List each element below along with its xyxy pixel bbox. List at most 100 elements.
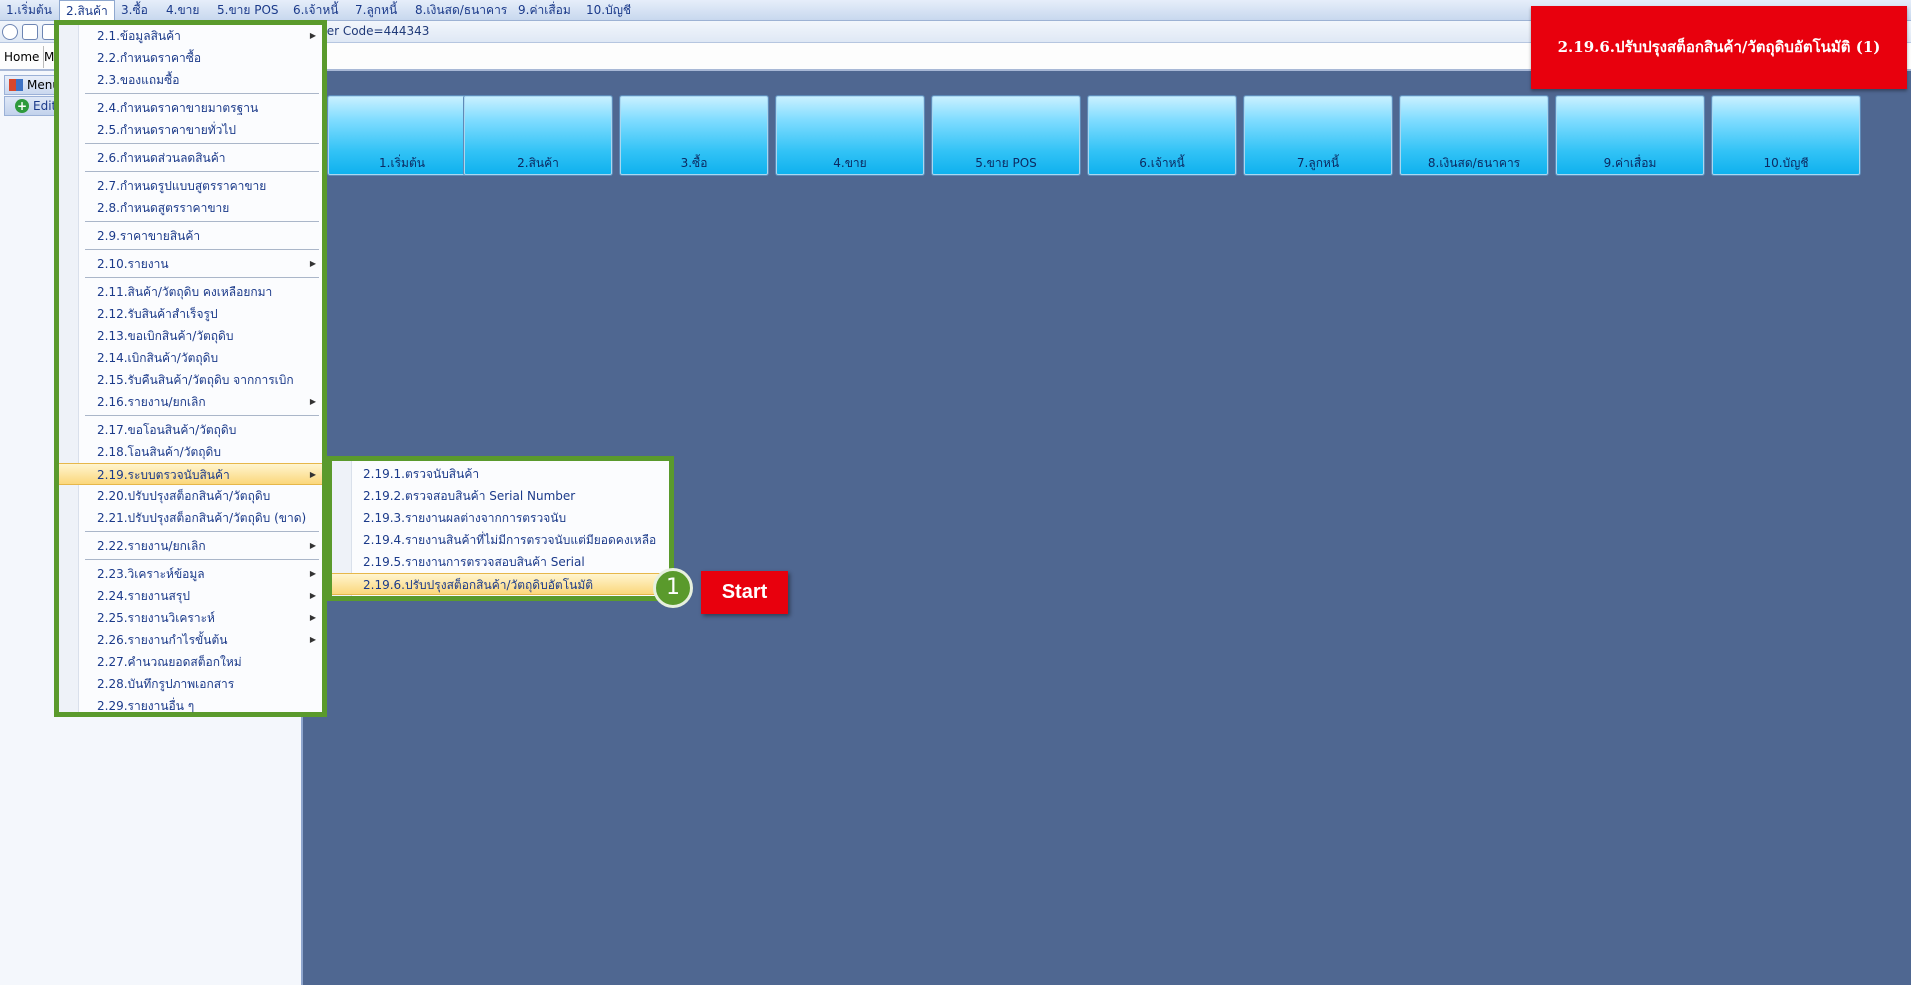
- tile-label: 3.ซื้อ: [680, 156, 708, 170]
- menu-cash-bank[interactable]: 8.เงินสด/ธนาคาร: [409, 0, 513, 21]
- dropdown-circle-icon[interactable]: [2, 24, 18, 40]
- submenu-arrow-icon: ▶: [309, 635, 316, 644]
- menu-icon: [9, 79, 23, 91]
- menu-item-2-18[interactable]: 2.18.โอนสินค้า/วัตถุดิบ: [59, 441, 322, 463]
- products-dropdown-menu: 2.1.ข้อมูลสินค้า ▶ 2.2.กำหนดราคาซื้อ 2.3.…: [54, 20, 327, 717]
- submenu-arrow-icon: ▶: [309, 613, 316, 622]
- menu-item-2-1[interactable]: 2.1.ข้อมูลสินค้า ▶: [59, 25, 322, 47]
- tile-cash-bank[interactable]: 8.เงินสด/ธนาคาร: [1400, 96, 1548, 175]
- menu-item-2-14[interactable]: 2.14.เบิกสินค้า/วัตถุดิบ: [59, 347, 322, 369]
- step-number-badge: 1: [653, 568, 693, 608]
- tile-label: 9.ค่าเสื่อม: [1603, 156, 1657, 170]
- menu-item-2-20[interactable]: 2.20.ปรับปรุงสต็อกสินค้า/วัตถุดิบ: [59, 485, 322, 507]
- menu-item-2-21[interactable]: 2.21.ปรับปรุงสต็อกสินค้า/วัตถุดิบ (ขาด): [59, 507, 322, 529]
- submenu-arrow-icon: ▶: [309, 591, 316, 600]
- submenu-item-2-19-3[interactable]: 2.19.3.รายงานผลต่างจากการตรวจนับ: [332, 507, 669, 529]
- tile-creditors[interactable]: 6.เจ้าหนี้: [1088, 96, 1236, 175]
- menu-item-label: 2.16.รายงาน/ยกเลิก: [97, 395, 206, 409]
- tile-depreciation[interactable]: 9.ค่าเสื่อม: [1556, 96, 1704, 175]
- menu-item-2-5[interactable]: 2.5.กำหนดราคาขายทั่วไป: [59, 119, 322, 141]
- menu-debtors[interactable]: 7.ลูกหนี้: [349, 0, 403, 21]
- menu-separator: [85, 249, 319, 250]
- stock-count-submenu: 2.19.1.ตรวจนับสินค้า 2.19.2.ตรวจสอบสินค้…: [327, 456, 674, 601]
- menu-item-2-4[interactable]: 2.4.กำหนดราคาขายมาตรฐาน: [59, 97, 322, 119]
- tile-label: 4.ขาย: [833, 156, 867, 170]
- menu-item-label: 2.23.วิเคราะห์ข้อมูล: [97, 567, 205, 581]
- edit-button[interactable]: Edit: [33, 99, 56, 113]
- menu-item-2-10[interactable]: 2.10.รายงาน ▶: [59, 253, 322, 275]
- tile-label: 8.เงินสด/ธนาคาร: [1427, 156, 1521, 170]
- menu-item-2-2[interactable]: 2.2.กำหนดราคาซื้อ: [59, 47, 322, 69]
- submenu-arrow-icon: ▶: [309, 569, 316, 578]
- menu-item-2-19[interactable]: 2.19.ระบบตรวจนับสินค้า ▶: [59, 463, 322, 485]
- tile-products[interactable]: 2.สินค้า: [464, 96, 612, 175]
- menu-item-2-7[interactable]: 2.7.กำหนดรูปแบบสูตรราคาขาย: [59, 175, 322, 197]
- tile-purchase[interactable]: 3.ซื้อ: [620, 96, 768, 175]
- tile-label: 5.ขาย POS: [975, 156, 1037, 170]
- submenu-item-2-19-1[interactable]: 2.19.1.ตรวจนับสินค้า: [332, 463, 669, 485]
- menu-sales-pos[interactable]: 5.ขาย POS: [211, 0, 285, 21]
- submenu-item-2-19-6[interactable]: 2.19.6.ปรับปรุงสต็อกสินค้า/วัตถุดิบอัตโน…: [332, 573, 669, 595]
- submenu-item-2-19-4[interactable]: 2.19.4.รายงานสินค้าที่ไม่มีการตรวจนับแต่…: [332, 529, 669, 551]
- menu-item-label: 2.25.รายงานวิเคราะห์: [97, 611, 215, 625]
- menu-item-label: 2.22.รายงาน/ยกเลิก: [97, 539, 206, 553]
- menu-item-2-13[interactable]: 2.13.ขอเบิกสินค้า/วัตถุดิบ: [59, 325, 322, 347]
- menu-item-2-15[interactable]: 2.15.รับคืนสินค้า/วัตถุดิบ จากการเบิก: [59, 369, 322, 391]
- menu-purchase[interactable]: 3.ซื้อ: [115, 0, 154, 21]
- add-icon[interactable]: +: [15, 99, 29, 113]
- menu-item-2-27[interactable]: 2.27.คำนวณยอดสต็อกใหม่: [59, 651, 322, 673]
- menu-separator: [85, 143, 319, 144]
- tile-start[interactable]: 1.เริ่มต้น: [328, 96, 476, 175]
- menu-sales[interactable]: 4.ขาย: [160, 0, 205, 21]
- tile-label: 6.เจ้าหนี้: [1139, 156, 1185, 170]
- menu-separator: [85, 415, 319, 416]
- tile-accounting[interactable]: 10.บัญชี: [1712, 96, 1860, 175]
- menu-item-2-23[interactable]: 2.23.วิเคราะห์ข้อมูล ▶: [59, 563, 322, 585]
- menu-separator: [85, 93, 319, 94]
- menu-item-2-25[interactable]: 2.25.รายงานวิเคราะห์ ▶: [59, 607, 322, 629]
- submenu-arrow-icon: ▶: [309, 259, 316, 268]
- menu-item-label: 2.26.รายงานกำไรขั้นต้น: [97, 633, 228, 647]
- menu-separator: [85, 531, 319, 532]
- menu-separator: [85, 221, 319, 222]
- submenu-item-2-19-2[interactable]: 2.19.2.ตรวจสอบสินค้า Serial Number: [332, 485, 669, 507]
- menu-item-2-3[interactable]: 2.3.ของแถมซื้อ: [59, 69, 322, 91]
- menu-item-2-29[interactable]: 2.29.รายงานอื่น ๆ: [59, 695, 322, 717]
- tile-label: 10.บัญชี: [1763, 156, 1809, 170]
- menu-item-label: 2.1.ข้อมูลสินค้า: [97, 29, 181, 43]
- menu-item-label: 2.24.รายงานสรุป: [97, 589, 190, 603]
- submenu-item-2-19-5[interactable]: 2.19.5.รายงานการตรวจสอบสินค้า Serial: [332, 551, 669, 573]
- menu-item-2-26[interactable]: 2.26.รายงานกำไรขั้นต้น ▶: [59, 629, 322, 651]
- menu-item-label: 2.10.รายงาน: [97, 257, 169, 271]
- menu-depreciation[interactable]: 9.ค่าเสื่อม: [512, 0, 577, 21]
- tile-sales-pos[interactable]: 5.ขาย POS: [932, 96, 1080, 175]
- menu-separator: [85, 277, 319, 278]
- tile-label: 7.ลูกหนี้: [1296, 156, 1340, 170]
- menu-item-2-16[interactable]: 2.16.รายงาน/ยกเลิก ▶: [59, 391, 322, 413]
- menu-separator: [85, 171, 319, 172]
- menu-item-2-9[interactable]: 2.9.ราคาขายสินค้า: [59, 225, 322, 247]
- menu-accounting[interactable]: 10.บัญชี: [580, 0, 637, 21]
- submenu-arrow-icon: ▶: [309, 541, 316, 550]
- menu-item-2-22[interactable]: 2.22.รายงาน/ยกเลิก ▶: [59, 535, 322, 557]
- menu-item-2-24[interactable]: 2.24.รายงานสรุป ▶: [59, 585, 322, 607]
- menu-item-2-12[interactable]: 2.12.รับสินค้าสำเร็จรูป: [59, 303, 322, 325]
- menu-products[interactable]: 2.สินค้า: [59, 0, 115, 22]
- tile-label: 2.สินค้า: [517, 156, 559, 170]
- menu-start[interactable]: 1.เริ่มต้น: [0, 0, 58, 21]
- menu-separator: [85, 559, 319, 560]
- tile-label: 1.เริ่มต้น: [379, 156, 425, 170]
- submenu-arrow-icon: ▶: [309, 31, 316, 40]
- info-text: ter Code=444343: [322, 24, 430, 38]
- menu-item-2-28[interactable]: 2.28.บันทึกรูปภาพเอกสาร: [59, 673, 322, 695]
- menu-creditors[interactable]: 6.เจ้าหนี้: [287, 0, 344, 21]
- tab-home[interactable]: Home: [0, 46, 45, 68]
- menu-item-2-17[interactable]: 2.17.ขอโอนสินค้า/วัตถุดิบ: [59, 419, 322, 441]
- menu-item-2-6[interactable]: 2.6.กำหนดส่วนลดสินค้า: [59, 147, 322, 169]
- menu-item-2-8[interactable]: 2.8.กำหนดสูตรราคาขาย: [59, 197, 322, 219]
- tile-debtors[interactable]: 7.ลูกหนี้: [1244, 96, 1392, 175]
- menu-item-2-11[interactable]: 2.11.สินค้า/วัตถุดิบ คงเหลือยกมา: [59, 281, 322, 303]
- page-title-banner: 2.19.6.ปรับปรุงสต็อกสินค้า/วัตถุดิบอัตโน…: [1531, 6, 1907, 89]
- panel-icon[interactable]: [22, 24, 38, 40]
- tile-sales[interactable]: 4.ขาย: [776, 96, 924, 175]
